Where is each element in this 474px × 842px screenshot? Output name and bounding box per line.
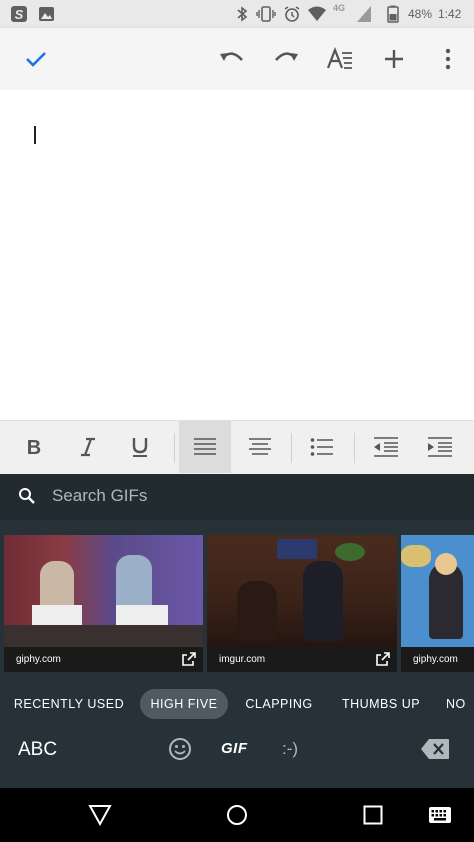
- gif-source: giphy.com: [413, 654, 458, 665]
- bulleted-list-button[interactable]: [296, 421, 348, 473]
- redo-button[interactable]: [268, 42, 304, 76]
- wifi-icon: [307, 6, 327, 25]
- alarm-icon: [283, 6, 301, 25]
- smiley-icon: [169, 738, 191, 760]
- italic-icon: [81, 437, 95, 457]
- divider: [174, 433, 175, 463]
- underline-icon: [132, 438, 148, 457]
- system-nav-bar: [0, 788, 474, 842]
- bluetooth-icon: [236, 6, 248, 25]
- gif-result-1[interactable]: giphy.com: [4, 535, 203, 672]
- image-notification-icon: [38, 6, 55, 25]
- gif-caption: imgur.com: [207, 647, 397, 672]
- emoticon-key[interactable]: :-): [282, 739, 298, 759]
- align-center-button[interactable]: [234, 421, 286, 473]
- gif-thumbnail: [207, 535, 397, 647]
- undo-button[interactable]: [214, 42, 250, 76]
- more-options-button[interactable]: [430, 42, 466, 76]
- svg-text:B: B: [27, 437, 41, 457]
- decrease-indent-icon: [374, 437, 398, 457]
- gif-thumbnail: [4, 535, 203, 647]
- plus-icon: [385, 50, 403, 68]
- back-triangle-icon: [88, 805, 112, 827]
- overview-square-icon: [363, 805, 383, 825]
- home-circle-icon: [227, 805, 247, 825]
- search-icon: [18, 487, 36, 510]
- italic-button[interactable]: [64, 421, 112, 473]
- divider: [291, 433, 292, 463]
- abc-key[interactable]: ABC: [18, 739, 57, 761]
- done-button[interactable]: [18, 42, 54, 76]
- redo-icon: [275, 52, 298, 61]
- gif-source: giphy.com: [16, 654, 61, 665]
- emoji-key[interactable]: [168, 737, 192, 766]
- open-external-icon[interactable]: [375, 651, 391, 667]
- gif-result-2[interactable]: imgur.com: [207, 535, 397, 672]
- status-bar: S 4G 48% 1:42: [0, 0, 474, 28]
- category-high-five[interactable]: HIGH FIVE: [140, 689, 228, 719]
- category-no[interactable]: NO: [446, 689, 474, 719]
- align-left-icon: [194, 438, 216, 455]
- document-body[interactable]: [0, 90, 474, 420]
- text-format-icon: [326, 47, 352, 69]
- text-format-button[interactable]: [322, 42, 358, 76]
- backspace-key[interactable]: [420, 738, 450, 765]
- increase-indent-button[interactable]: [414, 421, 466, 473]
- gif-thumbnail: [401, 535, 474, 647]
- home-button[interactable]: [226, 804, 248, 831]
- category-clapping[interactable]: CLAPPING: [240, 689, 318, 719]
- decrease-indent-button[interactable]: [360, 421, 412, 473]
- search-input[interactable]: Search GIFs: [52, 486, 147, 506]
- increase-indent-icon: [428, 437, 452, 457]
- divider: [354, 433, 355, 463]
- gif-result-3[interactable]: giphy.com: [401, 535, 474, 672]
- open-external-icon[interactable]: [181, 651, 197, 667]
- app-notification-icon: S: [10, 5, 28, 26]
- category-thumbs-up[interactable]: THUMBS UP: [336, 689, 426, 719]
- clock: 1:42: [438, 7, 462, 21]
- vibrate-icon: [256, 6, 276, 25]
- category-recently-used[interactable]: RECENTLY USED: [12, 689, 126, 719]
- underline-button[interactable]: [116, 421, 164, 473]
- back-button[interactable]: [88, 804, 112, 831]
- more-vert-icon: [445, 48, 451, 70]
- keyboard-icon: [429, 807, 451, 823]
- editor-toolbar: [0, 28, 474, 90]
- format-bar: B: [0, 420, 474, 475]
- checkmark-icon: [26, 52, 46, 67]
- battery-percent: 48%: [408, 7, 433, 21]
- align-center-icon: [249, 438, 271, 455]
- text-cursor: [34, 126, 36, 144]
- bulleted-list-icon: [310, 438, 333, 456]
- align-left-button[interactable]: [179, 421, 231, 473]
- bold-icon: B: [27, 437, 41, 457]
- gif-key[interactable]: GIF: [221, 740, 248, 757]
- undo-icon: [220, 52, 243, 61]
- keyboard-switch-button[interactable]: [428, 806, 452, 829]
- insert-button[interactable]: [376, 42, 412, 76]
- svg-text:S: S: [15, 7, 24, 22]
- gif-source: imgur.com: [219, 654, 266, 665]
- bold-button[interactable]: B: [10, 421, 58, 473]
- gif-caption: giphy.com: [401, 647, 474, 672]
- backspace-icon: [421, 739, 449, 759]
- battery-icon: [387, 5, 399, 26]
- gif-caption: giphy.com: [4, 647, 203, 672]
- overview-button[interactable]: [363, 805, 383, 830]
